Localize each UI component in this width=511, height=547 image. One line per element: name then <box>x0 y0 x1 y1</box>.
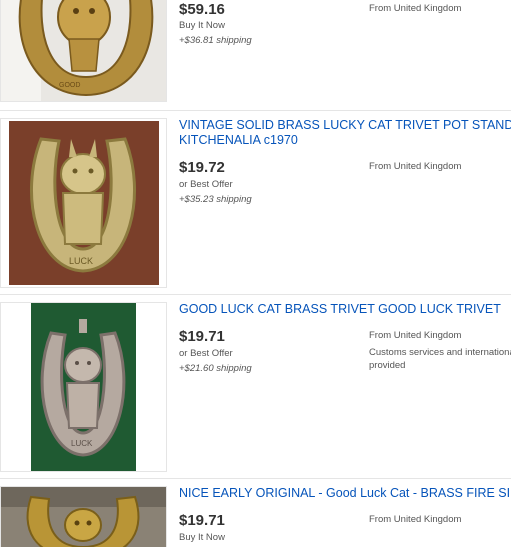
brass-trivet-image: GOOD <box>1 0 166 101</box>
listing-shipping: +$21.60 shipping <box>179 363 252 374</box>
svg-text:LUCK: LUCK <box>71 439 93 448</box>
listing-item: GOOD $59.16 Buy It Now +$36.81 shipping … <box>0 0 511 111</box>
listing-location: From United Kingdom <box>369 514 462 525</box>
listing-price: $19.72 <box>179 159 225 176</box>
listing-customs-note: Customs services and international track… <box>369 346 511 372</box>
listing-item: NICE EARLY ORIGINAL - Good Luck Cat - BR… <box>0 478 511 547</box>
listing-format: Buy It Now <box>179 532 225 543</box>
svg-text:LUCK: LUCK <box>69 256 93 266</box>
listing-title-link[interactable]: GOOD LUCK CAT BRASS TRIVET GOOD LUCK TRI… <box>179 302 511 317</box>
listing-location: From United Kingdom <box>369 330 462 341</box>
listing-thumbnail[interactable]: GOOD <box>0 0 167 102</box>
listing-format: Buy It Now <box>179 20 225 31</box>
listing-thumbnail[interactable]: LUCK <box>0 118 167 288</box>
listing-price: $19.71 <box>179 512 225 529</box>
listing-title-link[interactable]: NICE EARLY ORIGINAL - Good Luck Cat - BR… <box>179 486 511 501</box>
listing-item: LUCK GOOD LUCK CAT BRASS TRIVET GOOD LUC… <box>0 294 511 479</box>
listing-format: or Best Offer <box>179 348 233 359</box>
search-results-page: GOOD $59.16 Buy It Now +$36.81 shipping … <box>0 0 511 547</box>
svg-text:GOOD: GOOD <box>59 82 80 89</box>
listing-title-link[interactable]: KITCHENALIA c1970 <box>179 133 511 148</box>
customs-line: Customs services and international track… <box>369 347 511 358</box>
customs-line: provided <box>369 360 406 371</box>
listing-shipping: +$36.81 shipping <box>179 35 252 46</box>
listing-thumbnail[interactable] <box>0 486 167 547</box>
listing-format: or Best Offer <box>179 179 233 190</box>
listing-price: $59.16 <box>179 1 225 18</box>
listing-location: From United Kingdom <box>369 161 462 172</box>
brass-trivet-image: LUCK <box>1 119 166 287</box>
listing-price: $19.71 <box>179 328 225 345</box>
silver-trivet-image: LUCK <box>1 303 166 471</box>
listing-shipping: +$35.23 shipping <box>179 194 252 205</box>
listing-thumbnail[interactable]: LUCK <box>0 302 167 472</box>
brass-trivet-image <box>1 487 166 547</box>
listing-item: LUCK VINTAGE SOLID BRASS LUCKY CAT TRIVE… <box>0 110 511 295</box>
listing-location: From United Kingdom <box>369 3 462 14</box>
listing-title-link[interactable]: VINTAGE SOLID BRASS LUCKY CAT TRIVET POT… <box>179 118 511 133</box>
